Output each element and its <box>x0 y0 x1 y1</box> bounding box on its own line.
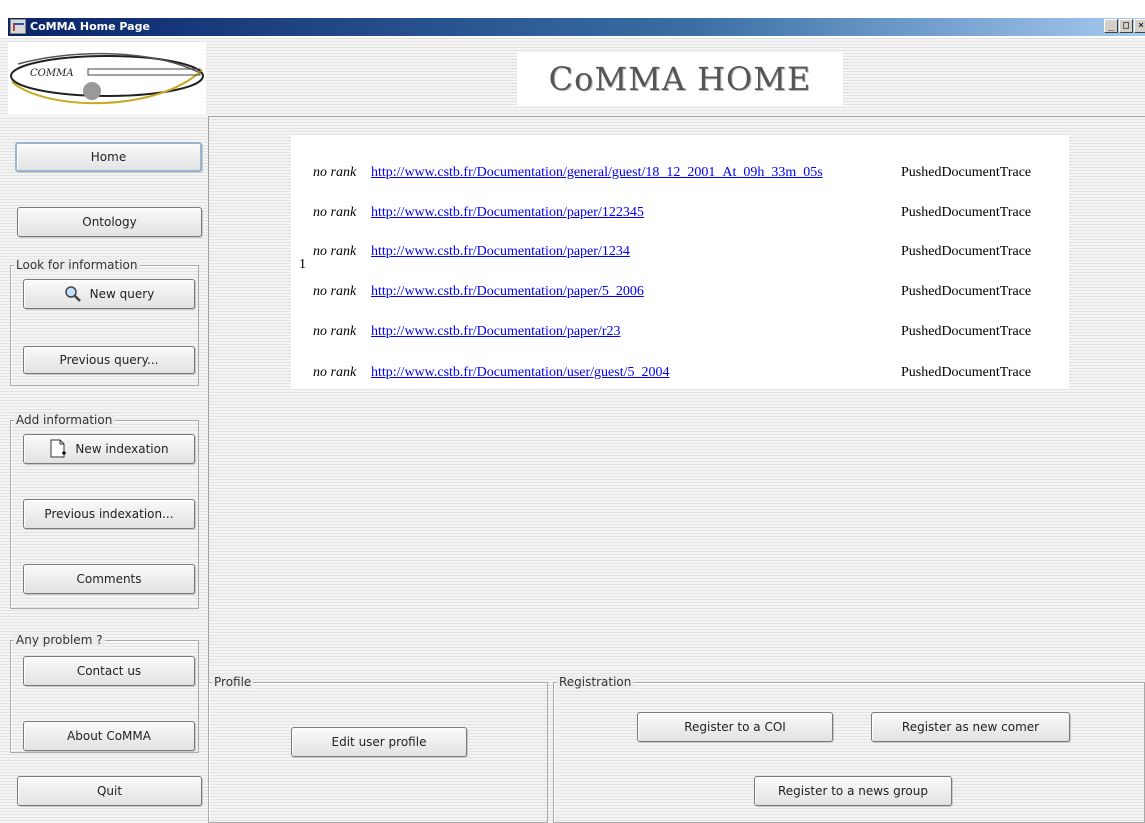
document-link[interactable]: http://www.cstb.fr/Documentation/paper/r… <box>371 322 620 342</box>
edit-user-profile-button[interactable]: Edit user profile <box>291 727 467 757</box>
new-document-icon <box>50 439 67 458</box>
close-button[interactable]: × <box>1134 19 1145 33</box>
home-button[interactable]: Home <box>15 142 202 172</box>
app-icon[interactable] <box>10 19 26 34</box>
register-new-comer-button[interactable]: Register as new comer <box>871 712 1070 742</box>
magnifier-icon <box>64 286 81 302</box>
previous-indexation-button[interactable]: Previous indexation... <box>23 499 195 529</box>
window-title: CoMMA Home Page <box>30 20 150 33</box>
about-comma-button[interactable]: About CoMMA <box>23 721 195 751</box>
document-link[interactable]: http://www.cstb.fr/Documentation/user/gu… <box>371 363 670 383</box>
contact-us-button[interactable]: Contact us <box>23 656 195 686</box>
trace-label: PushedDocumentTrace <box>901 205 1032 220</box>
page-title: CoMMA HOME <box>517 52 843 106</box>
trace-label: PushedDocumentTrace <box>901 365 1032 380</box>
results-list: 1 no rank http://www.cstb.fr/Documentati… <box>291 135 1069 389</box>
document-link[interactable]: http://www.cstb.fr/Documentation/paper/1… <box>371 242 630 262</box>
rank-label: no rank <box>313 284 357 299</box>
any-problem-legend: Any problem ? <box>14 633 105 647</box>
document-link[interactable]: http://www.cstb.fr/Documentation/paper/1… <box>371 203 644 223</box>
new-query-label: New query <box>89 287 155 301</box>
trace-label: PushedDocumentTrace <box>901 324 1032 339</box>
comma-logo: COMMA <box>8 42 206 114</box>
list-item: no rank http://www.cstb.fr/Documentation… <box>291 322 1069 342</box>
maximize-button[interactable]: □ <box>1119 19 1133 33</box>
registration-legend: Registration <box>557 675 634 689</box>
profile-group: Profile Edit user profile <box>208 675 548 823</box>
rank-label: no rank <box>313 244 357 259</box>
list-item: no rank http://www.cstb.fr/Documentation… <box>291 163 1069 183</box>
new-query-button[interactable]: New query <box>23 279 195 309</box>
rank-label: no rank <box>313 205 357 220</box>
register-news-group-button[interactable]: Register to a news group <box>754 776 952 806</box>
profile-legend: Profile <box>212 675 254 689</box>
logo-icon: COMMA <box>10 52 204 105</box>
document-link[interactable]: http://www.cstb.fr/Documentation/general… <box>371 163 823 183</box>
register-coi-button[interactable]: Register to a COI <box>637 712 833 742</box>
ontology-button[interactable]: Ontology <box>17 207 202 237</box>
list-item: no rank http://www.cstb.fr/Documentation… <box>291 282 1069 302</box>
rank-label: no rank <box>313 365 357 380</box>
comments-button[interactable]: Comments <box>23 564 195 594</box>
trace-label: PushedDocumentTrace <box>901 284 1032 299</box>
look-for-information-legend: Look for information <box>14 258 140 272</box>
sidebar: Home Ontology Look for information New q… <box>0 116 208 823</box>
previous-query-button[interactable]: Previous query... <box>23 346 195 374</box>
quit-button[interactable]: Quit <box>17 776 202 806</box>
new-indexation-button[interactable]: New indexation <box>23 434 195 464</box>
list-item: no rank http://www.cstb.fr/Documentation… <box>291 203 1069 223</box>
new-indexation-label: New indexation <box>75 442 169 456</box>
logo-text: COMMA <box>30 68 74 79</box>
document-link[interactable]: http://www.cstb.fr/Documentation/paper/5… <box>371 282 644 302</box>
window-title-bar: CoMMA Home Page _ □ × <box>0 0 1145 38</box>
trace-label: PushedDocumentTrace <box>901 244 1032 259</box>
minimize-button[interactable]: _ <box>1104 19 1118 33</box>
rank-label: no rank <box>313 165 357 180</box>
trace-label: PushedDocumentTrace <box>901 165 1032 180</box>
registration-group: Registration Register to a COI Register … <box>553 675 1145 823</box>
title-bar-strip[interactable]: CoMMA Home Page _ □ × <box>8 18 1145 36</box>
list-item: no rank http://www.cstb.fr/Documentation… <box>291 363 1069 383</box>
rank-label: no rank <box>313 324 357 339</box>
add-information-legend: Add information <box>14 413 115 427</box>
list-item: no rank http://www.cstb.fr/Documentation… <box>291 242 1069 262</box>
